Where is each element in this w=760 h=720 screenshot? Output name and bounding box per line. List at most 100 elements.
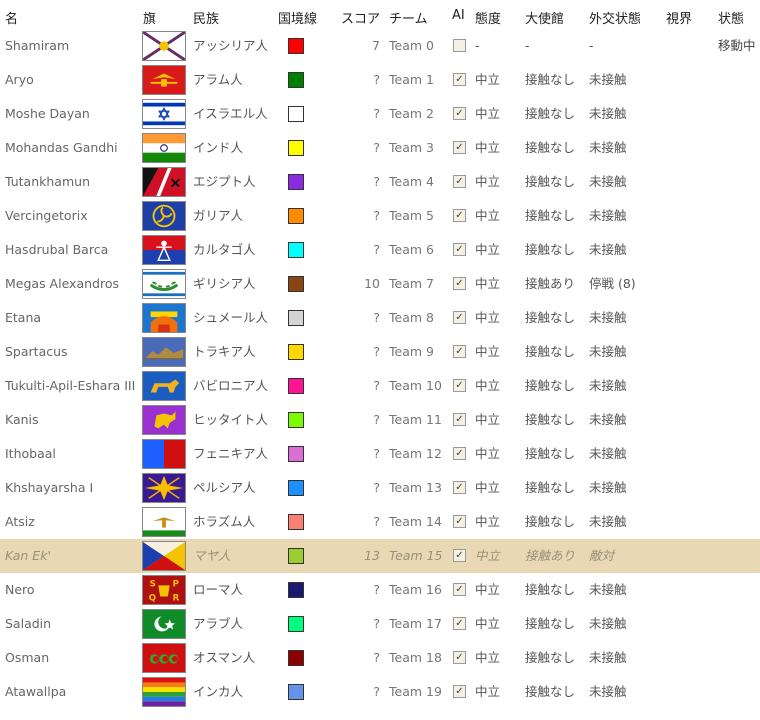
table-header: 名 旗 民族 国境線 スコア チーム AI 態度 大使館 外交状態 視界 状態 [0, 0, 760, 30]
col-ai-header[interactable]: AI [452, 8, 465, 23]
player-row[interactable]: Moshe Dayan イスラエル人? Team 2 ✓ 中立 接触なし 未接触 [0, 97, 760, 131]
ai-checkbox[interactable]: ✓ [453, 311, 466, 324]
player-row[interactable]: Kan Ek' マヤ人 13 Team 15 ✓ 中立 接触あり 敵対 [0, 539, 760, 573]
player-name: Tutankhamun [5, 174, 90, 189]
player-row[interactable]: Shamiram アッシリア人 7 Team 0 - - - 移動中 [0, 29, 760, 63]
player-name: Osman [5, 650, 50, 665]
embassy-value: 接触なし [525, 616, 576, 631]
nation-name: オスマン人 [193, 650, 256, 665]
player-row[interactable]: Khshayarsha I ペルシア人? Team 13 ✓ 中立 接触なし 未接触 [0, 471, 760, 505]
ai-checkbox[interactable]: ✓ [453, 617, 466, 630]
player-row[interactable]: Mohandas Gandhi インド人? Team 3 ✓ 中立 接触なし 未接触 [0, 131, 760, 165]
diplomacy-value: 未接触 [589, 106, 627, 121]
score-value: ? [373, 174, 380, 189]
score-value: 13 [364, 548, 380, 563]
hittite-flag-icon [142, 405, 186, 435]
score-value: ? [373, 344, 380, 359]
score-value: ? [373, 72, 380, 87]
svg-text:Q: Q [149, 593, 156, 603]
team-name: Team 12 [389, 446, 442, 461]
nation-name: ギリシア人 [193, 276, 256, 291]
diplomacy-value: 未接触 [589, 242, 627, 257]
nation-name: ホラズム人 [193, 514, 256, 529]
ai-checkbox[interactable]: ✓ [453, 413, 466, 426]
attitude-value: 中立 [475, 242, 501, 257]
player-row[interactable]: Megas Alexandros ギリシア人 10 Team 7 ✓ 中立 接触あり 停戦 (… [0, 267, 760, 301]
player-row[interactable]: Spartacus トラキア人? Team 9 ✓ 中立 接触なし 未接触 [0, 335, 760, 369]
nation-name: ペルシア人 [193, 480, 256, 495]
player-row[interactable]: Etana シュメール人? Team 8 ✓ 中立 接触なし 未接触 [0, 301, 760, 335]
rome-flag-icon: S P Q R [142, 575, 186, 605]
ai-checkbox[interactable]: ✓ [453, 107, 466, 120]
col-nation-header[interactable]: 民族 [193, 8, 219, 27]
attitude-value: 中立 [475, 310, 501, 325]
ai-checkbox[interactable]: ✓ [453, 583, 466, 596]
player-row[interactable]: Hasdrubal Barca カルタゴ人? Team 6 ✓ 中立 接触なし 未接触 [0, 233, 760, 267]
attitude-value: 中立 [475, 378, 501, 393]
maya-flag-icon [142, 541, 186, 571]
player-row[interactable]: Tukulti-Apil-Eshara III バビロニア人? Team 10 ✓ 中立… [0, 369, 760, 403]
player-row[interactable]: Vercingetorix ガリア人? Team 5 ✓ 中立 接触なし 未接触 [0, 199, 760, 233]
player-name: Megas Alexandros [5, 276, 119, 291]
col-attitude-header[interactable]: 態度 [475, 8, 501, 27]
ai-checkbox[interactable] [453, 39, 466, 52]
col-embassy-header[interactable]: 大使館 [525, 8, 564, 27]
nation-name: マヤ人 [193, 548, 231, 563]
ai-checkbox[interactable]: ✓ [453, 651, 466, 664]
col-score-header[interactable]: スコア [341, 8, 380, 27]
arab-flag-icon [142, 609, 186, 639]
col-border-header[interactable]: 国境線 [278, 8, 317, 27]
ai-checkbox[interactable]: ✓ [453, 243, 466, 256]
player-name: Atawallpa [5, 684, 67, 699]
player-row[interactable]: Saladin アラブ人? Team 17 ✓ 中立 接触なし 未接触 [0, 607, 760, 641]
player-row[interactable]: Aryo アラム人? Team 1 ✓ 中立 接触なし 未接触 [0, 63, 760, 97]
team-name: Team 8 [389, 310, 434, 325]
diplomacy-value: 未接触 [589, 208, 627, 223]
player-row[interactable]: Tutankhamun エジプト人? Team 4 ✓ 中立 接触なし 未接触 [0, 165, 760, 199]
diplomacy-value: - [589, 38, 594, 53]
embassy-value: 接触なし [525, 514, 576, 529]
diplomacy-value: 未接触 [589, 650, 627, 665]
player-name: Hasdrubal Barca [5, 242, 109, 257]
col-state-header[interactable]: 状態 [718, 8, 744, 27]
player-row[interactable]: Osman オスマン人? Team 18 ✓ 中立 接触なし 未接触 [0, 641, 760, 675]
player-row[interactable]: Kanis ヒッタイト人? Team 11 ✓ 中立 接触なし 未接触 [0, 403, 760, 437]
nation-name: インド人 [193, 140, 244, 155]
nation-name: バビロニア人 [193, 378, 269, 393]
player-row[interactable]: Nero S P Q R ローマ人? Team 16 ✓ 中立 接触なし 未接触 [0, 573, 760, 607]
diplomacy-value: 未接触 [589, 72, 627, 87]
score-value: ? [373, 616, 380, 631]
nation-name: エジプト人 [193, 174, 256, 189]
border-color-swatch [288, 208, 304, 224]
ai-checkbox[interactable]: ✓ [453, 209, 466, 222]
player-name: Atsiz [5, 514, 35, 529]
player-row[interactable]: Atsiz ホラズム人? Team 14 ✓ 中立 接触なし 未接触 [0, 505, 760, 539]
col-name-header[interactable]: 名 [5, 8, 18, 27]
ai-checkbox[interactable]: ✓ [453, 515, 466, 528]
player-row[interactable]: Atawallpa インカ人? Team 19 ✓ 中立 接触なし 未接触 [0, 675, 760, 709]
ai-checkbox[interactable]: ✓ [453, 73, 466, 86]
ai-checkbox[interactable]: ✓ [453, 345, 466, 358]
ai-checkbox[interactable]: ✓ [453, 141, 466, 154]
ai-checkbox[interactable]: ✓ [453, 685, 466, 698]
col-flag-header[interactable]: 旗 [143, 8, 156, 27]
col-vision-header[interactable]: 視界 [666, 8, 692, 27]
col-team-header[interactable]: チーム [389, 8, 428, 27]
player-name: Etana [5, 310, 42, 325]
ai-checkbox[interactable]: ✓ [453, 175, 466, 188]
ai-checkbox[interactable]: ✓ [453, 481, 466, 494]
team-name: Team 0 [389, 38, 434, 53]
player-row[interactable]: Ithobaal フェニキア人? Team 12 ✓ 中立 接触なし 未接触 [0, 437, 760, 471]
diplomacy-value: 未接触 [589, 616, 627, 631]
ai-checkbox[interactable]: ✓ [453, 447, 466, 460]
ai-checkbox[interactable]: ✓ [453, 379, 466, 392]
border-color-swatch [288, 174, 304, 190]
score-value: ? [373, 106, 380, 121]
diplomacy-value: 停戦 (8) [589, 276, 636, 291]
ai-checkbox[interactable]: ✓ [453, 277, 466, 290]
ai-checkbox[interactable]: ✓ [453, 549, 466, 562]
border-color-swatch [288, 650, 304, 666]
col-diplomacy-header[interactable]: 外交状態 [589, 8, 641, 27]
score-value: ? [373, 650, 380, 665]
border-color-swatch [288, 106, 304, 122]
